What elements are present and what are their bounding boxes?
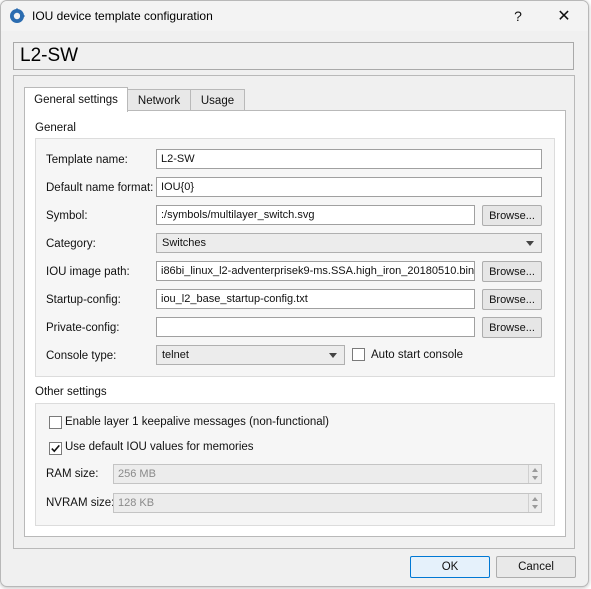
startup-config-input[interactable]: iou_l2_base_startup-config.txt: [156, 289, 475, 309]
ram-size-spinbox[interactable]: 256 MB: [113, 464, 542, 484]
cancel-button[interactable]: Cancel: [496, 556, 576, 578]
nvram-size-label: NVRAM size:: [46, 497, 115, 509]
template-name-display: L2-SW: [20, 45, 79, 66]
category-select[interactable]: Switches: [156, 233, 542, 253]
startup-config-label: Startup-config:: [46, 294, 121, 306]
chevron-down-icon: [329, 353, 337, 358]
title-bar: IOU device template configuration ? ✕: [1, 1, 588, 31]
template-name-input[interactable]: L2-SW: [156, 149, 542, 169]
iou-image-browse-button[interactable]: Browse...: [482, 261, 542, 282]
dialog-window: IOU device template configuration ? ✕ L2…: [0, 0, 589, 587]
chevron-down-icon: [526, 241, 534, 246]
tab-content: General Template name: L2-SW Default nam…: [24, 110, 566, 537]
close-button[interactable]: ✕: [547, 3, 581, 29]
ram-size-value: 256 MB: [118, 468, 156, 480]
symbol-input[interactable]: :/symbols/multilayer_switch.svg: [156, 205, 475, 225]
private-config-browse-button[interactable]: Browse...: [482, 317, 542, 338]
use-default-iou-values-label: Use default IOU values for memories: [65, 441, 254, 453]
spin-up-icon[interactable]: [532, 468, 538, 472]
template-name-header: L2-SW: [13, 42, 574, 70]
private-config-input[interactable]: [156, 317, 475, 337]
window-title: IOU device template configuration: [32, 9, 213, 23]
spin-down-icon[interactable]: [532, 476, 538, 480]
general-section-title: General: [35, 122, 76, 134]
other-settings-section-title: Other settings: [35, 386, 107, 398]
symbol-browse-button[interactable]: Browse...: [482, 205, 542, 226]
startup-config-browse-button[interactable]: Browse...: [482, 289, 542, 310]
symbol-label: Symbol:: [46, 210, 88, 222]
category-label: Category:: [46, 238, 96, 250]
spin-up-icon[interactable]: [532, 497, 538, 501]
nvram-size-value: 128 KB: [118, 497, 155, 509]
auto-start-console-checkbox[interactable]: [352, 348, 365, 361]
spin-arrows: [528, 465, 541, 483]
use-default-iou-values-checkbox[interactable]: [49, 442, 62, 455]
l1-keepalive-label: Enable layer 1 keepalive messages (non-f…: [65, 416, 330, 428]
console-type-label: Console type:: [46, 350, 117, 362]
tab-usage[interactable]: Usage: [190, 89, 245, 112]
private-config-label: Private-config:: [46, 322, 120, 334]
general-group: [35, 138, 555, 377]
help-button[interactable]: ?: [501, 3, 535, 29]
template-name-label: Template name:: [46, 154, 128, 166]
ram-size-label: RAM size:: [46, 468, 99, 480]
default-name-format-label: Default name format:: [46, 182, 154, 194]
default-name-format-input[interactable]: IOU{0}: [156, 177, 542, 197]
tab-general-settings[interactable]: General settings: [24, 87, 128, 112]
check-icon: [51, 444, 60, 453]
nvram-size-spinbox[interactable]: 128 KB: [113, 493, 542, 513]
l1-keepalive-checkbox[interactable]: [49, 416, 62, 429]
auto-start-console-label: Auto start console: [371, 349, 464, 361]
category-value: Switches: [162, 237, 207, 249]
tab-network[interactable]: Network: [126, 89, 192, 112]
console-type-value: telnet: [162, 349, 189, 361]
app-icon: [10, 8, 25, 23]
spin-arrows: [528, 494, 541, 512]
ok-button[interactable]: OK: [410, 556, 490, 578]
iou-image-path-label: IOU image path:: [46, 266, 130, 278]
spin-down-icon[interactable]: [532, 505, 538, 509]
iou-image-path-input[interactable]: i86bi_linux_l2-adventerprisek9-ms.SSA.hi…: [156, 261, 475, 281]
console-type-select[interactable]: telnet: [156, 345, 345, 365]
